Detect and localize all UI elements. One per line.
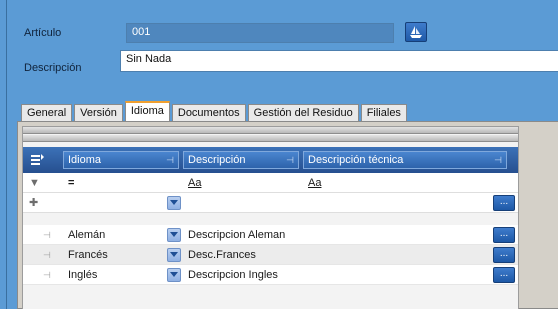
dropdown-button[interactable] — [167, 248, 181, 262]
dropdown-button[interactable] — [167, 268, 181, 282]
row-pin-icon[interactable]: ⊣ — [43, 245, 57, 265]
dropdown-button[interactable] — [167, 196, 181, 210]
descripcion-field[interactable]: Sin Nada — [120, 50, 558, 72]
cell-idioma[interactable]: Inglés — [65, 265, 97, 285]
tab-strip: General Versión Idioma Documentos Gestió… — [21, 101, 409, 122]
articulo-field[interactable]: 001 — [126, 23, 394, 43]
column-header-idioma-label: Idioma — [68, 154, 102, 166]
pin-icon[interactable]: ⊣ — [166, 155, 174, 166]
filter-descripcion-operator[interactable]: Aa — [185, 173, 201, 193]
cell-descripcion[interactable]: Descripcion Ingles — [185, 265, 278, 285]
column-header-idioma[interactable]: Idioma ⊣ — [63, 151, 179, 169]
chevron-down-icon — [170, 252, 178, 257]
chevron-down-icon — [170, 272, 178, 277]
tab-panel: Idioma ⊣ Descripción ⊣ Descripción técni… — [17, 121, 558, 309]
row-pin-icon[interactable]: ⊣ — [43, 265, 57, 285]
add-row-icon[interactable]: ✚ — [29, 193, 41, 213]
filter-row: ▼ = Aa Aa — [23, 173, 518, 193]
tab-gestion-residuo[interactable]: Gestión del Residuo — [247, 104, 359, 122]
row-pin-icon[interactable]: ⊣ — [43, 225, 57, 245]
language-grid: Idioma ⊣ Descripción ⊣ Descripción técni… — [22, 126, 519, 309]
chevron-down-icon — [170, 200, 178, 205]
grid-group-bar[interactable] — [23, 127, 518, 134]
tab-idioma[interactable]: Idioma — [124, 101, 170, 122]
ellipsis-button[interactable]: ... — [493, 267, 515, 283]
tab-general[interactable]: General — [21, 104, 73, 122]
cell-descripcion[interactable]: Desc.Frances — [185, 245, 256, 265]
tab-documentos[interactable]: Documentos — [171, 104, 246, 122]
boat-icon — [410, 26, 422, 38]
cell-idioma[interactable]: Alemán — [65, 225, 105, 245]
table-row[interactable]: ⊣ Francés Desc.Frances ... — [23, 245, 518, 265]
filter-tecnica-operator[interactable]: Aa — [305, 173, 321, 193]
ellipsis-button[interactable]: ... — [493, 247, 515, 263]
cell-tecnica[interactable] — [305, 225, 308, 245]
cell-idioma[interactable]: Francés — [65, 245, 108, 265]
column-header-tecnica[interactable]: Descripción técnica ⊣ — [303, 151, 507, 169]
column-header-descripcion[interactable]: Descripción ⊣ — [183, 151, 299, 169]
tab-filiales[interactable]: Filiales — [360, 104, 407, 122]
tab-version[interactable]: Versión — [74, 104, 123, 122]
ellipsis-button[interactable]: ... — [493, 227, 515, 243]
column-header-descripcion-label: Descripción — [188, 154, 246, 166]
articulo-label: Artículo — [24, 27, 62, 39]
pin-icon[interactable]: ⊣ — [286, 155, 294, 166]
grid-group-bar-secondary[interactable] — [23, 135, 518, 142]
ellipsis-button[interactable]: ... — [493, 195, 515, 211]
cell-descripcion[interactable]: Descripcion Aleman — [185, 225, 285, 245]
filter-idioma-operator[interactable]: = — [65, 173, 74, 193]
article-window: Artículo 001 Descripción Sin Nada Genera… — [6, 0, 558, 309]
table-row[interactable]: ⊣ Alemán Descripcion Aleman ... — [23, 225, 518, 245]
articulo-lookup-button[interactable] — [405, 22, 427, 42]
cell-tecnica[interactable] — [305, 265, 308, 285]
new-row[interactable]: ✚ ... — [23, 193, 518, 213]
cell-tecnica[interactable] — [305, 245, 308, 265]
pin-icon[interactable]: ⊣ — [494, 155, 502, 166]
column-chooser-icon[interactable] — [29, 152, 45, 168]
filter-icon[interactable]: ▼ — [29, 173, 41, 193]
chevron-down-icon — [170, 232, 178, 237]
column-header-tecnica-label: Descripción técnica — [308, 154, 404, 166]
dropdown-button[interactable] — [167, 228, 181, 242]
table-row[interactable]: ⊣ Inglés Descripcion Ingles ... — [23, 265, 518, 285]
grid-header: Idioma ⊣ Descripción ⊣ Descripción técni… — [23, 147, 518, 173]
descripcion-label: Descripción — [24, 62, 82, 74]
